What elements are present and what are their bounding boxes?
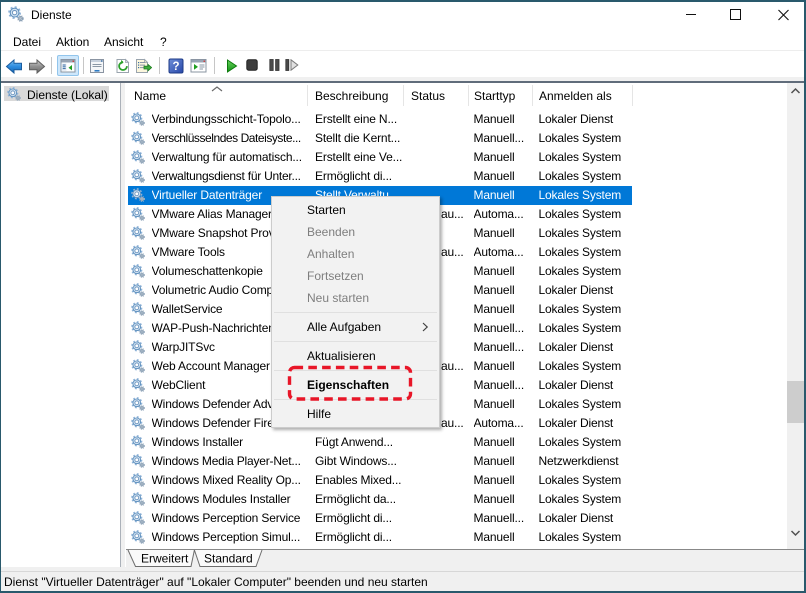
svg-text:?: ? [172,61,179,73]
svg-text:Erweitert: Erweitert [141,552,189,566]
svg-text:Standard: Standard [204,552,253,566]
